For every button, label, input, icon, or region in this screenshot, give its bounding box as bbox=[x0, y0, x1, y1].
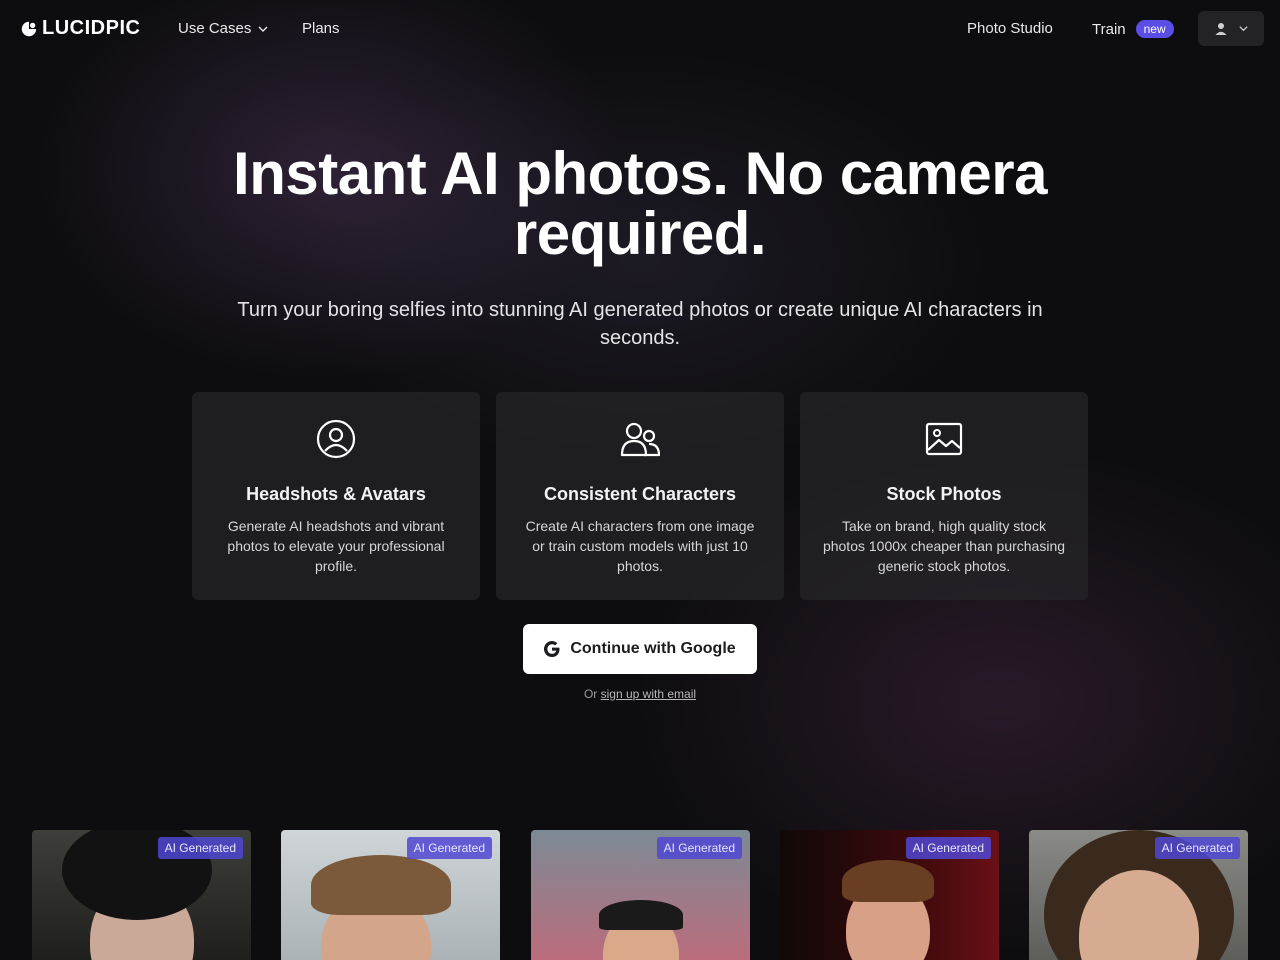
feature-card-stock-photos[interactable]: Stock Photos Take on brand, high quality… bbox=[800, 392, 1088, 600]
landing-page: LUCIDPIC Use Cases Plans Photo Studio Tr… bbox=[0, 0, 1280, 960]
nav-plans[interactable]: Plans bbox=[302, 20, 340, 37]
hero-title: Instant AI photos. No camera required. bbox=[233, 140, 1047, 267]
google-icon bbox=[544, 641, 560, 657]
nav-photo-studio-label: Photo Studio bbox=[967, 20, 1053, 37]
user-circle-icon bbox=[316, 419, 356, 459]
user-menu-button[interactable] bbox=[1198, 11, 1264, 46]
feature-description: Create AI characters from one image or t… bbox=[525, 518, 755, 574]
ai-generated-badge: AI Generated bbox=[656, 837, 742, 859]
new-badge: new bbox=[1135, 20, 1174, 38]
portrait-hair bbox=[599, 900, 683, 930]
feature-title: Headshots & Avatars bbox=[246, 484, 426, 504]
nav-train[interactable]: Train new bbox=[1092, 20, 1174, 38]
continue-with-google-button[interactable]: Continue with Google bbox=[523, 624, 757, 674]
ai-generated-badge: AI Generated bbox=[157, 837, 243, 859]
nav-photo-studio[interactable]: Photo Studio bbox=[967, 20, 1053, 37]
feature-card-characters[interactable]: Consistent Characters Create AI characte… bbox=[496, 392, 784, 600]
gallery-photo[interactable]: AI Generated bbox=[780, 830, 999, 960]
feature-description: Generate AI headshots and vibrant photos… bbox=[227, 518, 445, 574]
feature-description: Take on brand, high quality stock photos… bbox=[822, 518, 1066, 574]
feature-title: Consistent Characters bbox=[543, 484, 737, 504]
continue-with-google-label: Continue with Google bbox=[570, 640, 736, 657]
ai-generated-badge: AI Generated bbox=[406, 837, 492, 859]
gallery-photo[interactable]: AI Generated bbox=[281, 830, 500, 960]
ai-generated-badge: AI Generated bbox=[905, 837, 991, 859]
users-icon bbox=[620, 419, 661, 459]
logo[interactable]: LUCIDPIC bbox=[20, 17, 140, 40]
logo-icon bbox=[21, 21, 37, 36]
portrait-hair bbox=[311, 855, 451, 915]
alt-signup-prefix: Or bbox=[583, 687, 598, 701]
user-icon bbox=[1215, 22, 1226, 35]
signup-email-link[interactable]: sign up with email bbox=[601, 687, 696, 701]
top-nav: LUCIDPIC Use Cases Plans Photo Studio Tr… bbox=[0, 0, 1280, 58]
nav-train-label: Train bbox=[1092, 20, 1126, 38]
nav-plans-label: Plans bbox=[302, 20, 340, 37]
chevron-down-icon bbox=[258, 26, 268, 32]
gallery-photo[interactable]: AI Generated bbox=[531, 830, 750, 960]
gallery-photo[interactable]: AI Generated bbox=[1029, 830, 1248, 960]
logo-text: LUCIDPIC bbox=[42, 17, 141, 39]
nav-use-cases[interactable]: Use Cases bbox=[178, 20, 269, 37]
chevron-down-icon bbox=[1238, 26, 1248, 32]
image-icon bbox=[924, 419, 964, 459]
feature-title: Stock Photos bbox=[886, 484, 1002, 504]
ai-generated-badge: AI Generated bbox=[1154, 837, 1240, 859]
feature-card-headshots[interactable]: Headshots & Avatars Generate AI headshot… bbox=[192, 392, 480, 600]
alt-signup-line: Or sign up with email bbox=[0, 687, 1280, 701]
nav-use-cases-label: Use Cases bbox=[178, 20, 252, 37]
portrait-hair bbox=[842, 860, 934, 902]
gallery-photo[interactable]: AI Generated bbox=[32, 830, 251, 960]
hero-subtitle: Turn your boring selfies into stunning A… bbox=[237, 299, 1043, 349]
